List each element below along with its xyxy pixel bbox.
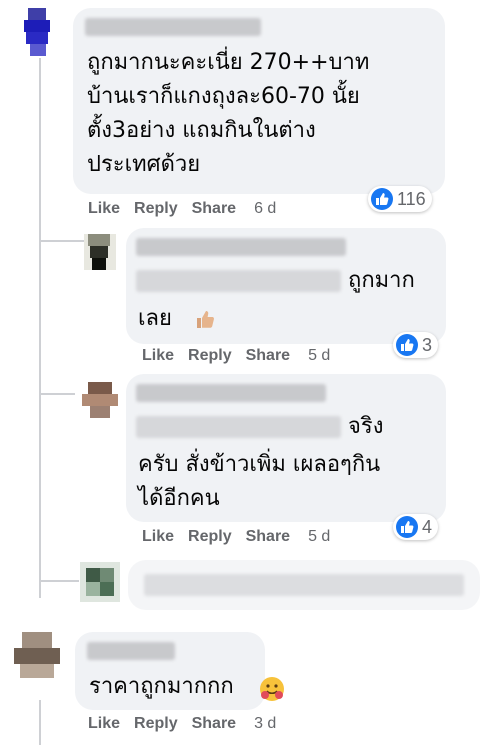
reaction-count: 3: [422, 334, 433, 355]
comment-text: ราคาถูกมากกก: [89, 674, 234, 699]
thumbs-up-icon: [396, 516, 418, 538]
thread-line-curve-2: [39, 393, 75, 395]
share-button[interactable]: Share: [192, 200, 236, 218]
reply-button[interactable]: Reply: [134, 715, 178, 733]
like-button[interactable]: Like: [88, 715, 120, 733]
reply-text-redacted[interactable]: [144, 574, 464, 596]
reply-text: ครับ สั่งข้าวเพิ่ม เผลอๆกิน ได้อีกคน: [138, 452, 381, 511]
reply-actions: Like Reply Share 5 d: [142, 528, 344, 546]
reply-text-end: จริง: [348, 414, 384, 439]
like-button[interactable]: Like: [142, 528, 174, 546]
timestamp[interactable]: 5 d: [308, 528, 330, 546]
author-name-redacted[interactable]: [87, 642, 175, 660]
reply-text: เลย: [138, 306, 172, 331]
reply-button[interactable]: Reply: [188, 528, 232, 546]
comment-text: ถูกมากนะคะเนี่ย 270++บาท บ้านเราก็แกงถุง…: [87, 50, 370, 177]
timestamp[interactable]: 5 d: [308, 347, 330, 365]
mention-redacted[interactable]: [136, 270, 341, 292]
share-button[interactable]: Share: [246, 347, 290, 365]
avatar[interactable]: [80, 562, 120, 602]
comment-bubble: ราคาถูกมากกก: [75, 632, 284, 710]
timestamp[interactable]: 3 d: [254, 715, 276, 733]
author-name-redacted[interactable]: [136, 238, 346, 256]
reply-button[interactable]: Reply: [134, 200, 178, 218]
avatar[interactable]: [8, 630, 68, 680]
avatar[interactable]: [76, 378, 124, 418]
timestamp[interactable]: 6 d: [254, 200, 276, 218]
reply-bubble: ถูกมาก เลย: [126, 228, 446, 344]
reply-bubble: จริง ครับ สั่งข้าวเพิ่ม เผลอๆกิน ได้อีกค…: [126, 374, 446, 522]
reaction-count-badge[interactable]: 4: [393, 514, 439, 540]
thumbs-up-icon: [371, 188, 393, 210]
thread-line-lower: [39, 700, 41, 745]
hugging-emoji: [259, 676, 285, 706]
thread-line-curve-3: [39, 580, 79, 582]
reaction-count: 116: [397, 188, 426, 209]
comment-actions: Like Reply Share 3 d: [88, 715, 290, 733]
reply-actions: Like Reply Share 5 d: [142, 347, 344, 365]
reply-button[interactable]: Reply: [188, 347, 232, 365]
share-button[interactable]: Share: [192, 715, 236, 733]
reaction-count-badge[interactable]: 116: [368, 186, 432, 212]
thread-line-main: [39, 58, 41, 598]
comment-actions: Like Reply Share 6 d: [88, 200, 290, 218]
avatar[interactable]: [20, 8, 56, 56]
reply-text-end: ถูกมาก: [348, 268, 415, 293]
share-button[interactable]: Share: [246, 528, 290, 546]
author-name-redacted[interactable]: [85, 18, 261, 36]
reaction-count: 4: [422, 516, 433, 537]
mention-redacted[interactable]: [136, 416, 341, 438]
reaction-count-badge[interactable]: 3: [393, 332, 439, 358]
author-name-redacted[interactable]: [136, 384, 326, 402]
like-button[interactable]: Like: [142, 347, 174, 365]
comment-bubble: ถูกมากนะคะเนี่ย 270++บาท บ้านเราก็แกงถุง…: [73, 8, 445, 194]
reply-bubble-redacted: [128, 560, 480, 610]
thread-line-curve: [39, 240, 85, 242]
thumbs-up-emoji: [194, 308, 216, 334]
avatar[interactable]: [84, 234, 116, 270]
thumbs-up-icon: [396, 334, 418, 356]
like-button[interactable]: Like: [88, 200, 120, 218]
